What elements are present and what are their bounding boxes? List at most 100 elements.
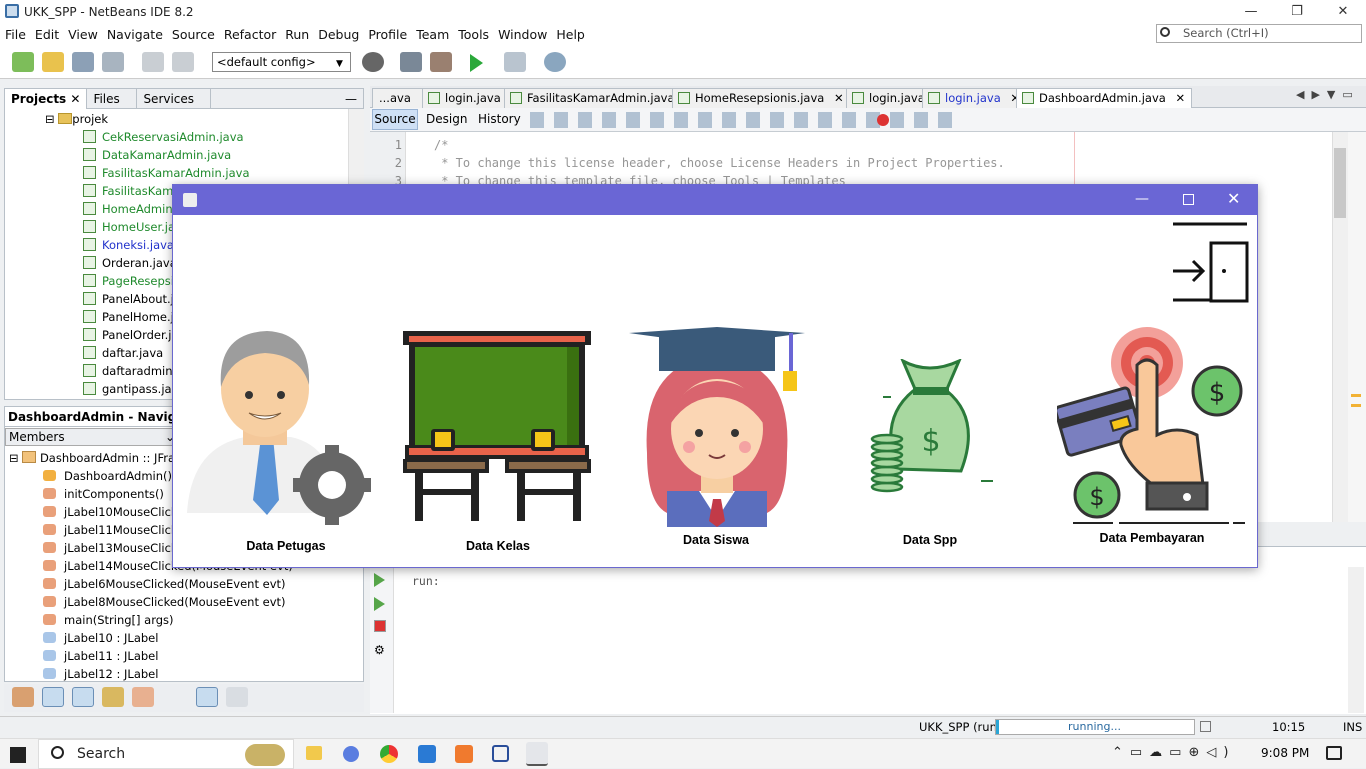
new-file-icon[interactable] — [12, 52, 34, 72]
label-data-kelas[interactable]: Data Kelas — [433, 539, 563, 553]
java-app-icon[interactable] — [526, 742, 548, 766]
menu-item-view[interactable]: View — [63, 27, 102, 42]
logout-icon[interactable] — [1169, 221, 1251, 303]
navigator-member[interactable]: initComponents() — [43, 485, 164, 503]
tree-file[interactable]: HomeAdmin.ja — [83, 200, 187, 218]
taskbar-clock[interactable]: 9:08 PM — [1261, 746, 1309, 760]
tree-file[interactable]: daftar.java — [83, 344, 163, 362]
output-scrollbar[interactable] — [1348, 567, 1364, 713]
search-input[interactable]: Search (Ctrl+I) — [1156, 24, 1362, 43]
navigator-member[interactable]: jLabel8MouseClicked(MouseEvent evt) — [43, 593, 286, 611]
tab-files[interactable]: Files — [87, 88, 138, 109]
label-data-petugas[interactable]: Data Petugas — [221, 539, 351, 553]
tree-file[interactable]: gantipass.java — [83, 380, 185, 398]
tree-file[interactable]: Koneksi.java — [83, 236, 174, 254]
vscode-icon[interactable] — [418, 745, 436, 763]
new-project-icon[interactable] — [42, 52, 64, 72]
mode-history[interactable]: History — [478, 111, 521, 128]
windows-start-icon[interactable] — [10, 747, 26, 763]
scroll-thumb[interactable] — [1334, 148, 1346, 218]
virtualbox-icon[interactable] — [492, 745, 509, 762]
warning-marker[interactable] — [1351, 394, 1361, 397]
kelas-illustration[interactable] — [401, 329, 593, 523]
record-macro-icon[interactable] — [877, 114, 889, 126]
profile-icon[interactable] — [544, 52, 566, 72]
petugas-illustration[interactable] — [187, 325, 373, 529]
filter-icon[interactable] — [12, 687, 34, 707]
minimize-icon[interactable]: — — [1228, 0, 1274, 23]
menu-item-debug[interactable]: Debug — [313, 27, 363, 42]
globe-icon[interactable] — [362, 52, 384, 72]
close-tab-icon[interactable]: ✕ — [830, 91, 844, 105]
file-explorer-icon[interactable] — [306, 746, 322, 760]
menu-item-profile[interactable]: Profile — [363, 27, 411, 42]
navigator-root[interactable]: ⊟ DashboardAdmin :: JFram — [9, 449, 186, 467]
tree-file[interactable]: PanelOrder.ja — [83, 326, 179, 344]
editor-tab[interactable]: login.java ✕ — [922, 88, 1028, 108]
taskbar-search-box[interactable]: Search — [38, 739, 294, 769]
navigator-member[interactable]: jLabel12 : JLabel — [43, 665, 158, 683]
navigator-member[interactable]: DashboardAdmin() — [43, 467, 172, 485]
warning-marker[interactable] — [1351, 404, 1361, 407]
xampp-icon[interactable] — [455, 745, 473, 763]
sort-icon[interactable] — [196, 687, 218, 707]
chrome-icon[interactable] — [380, 745, 398, 763]
lock-icon[interactable] — [102, 687, 124, 707]
fields-icon[interactable] — [42, 687, 64, 707]
dialog-close-icon[interactable]: ✕ — [1227, 189, 1240, 208]
menu-item-file[interactable]: File — [0, 27, 30, 42]
spp-illustration[interactable]: $ — [869, 359, 997, 495]
run-icon[interactable] — [470, 54, 483, 72]
tree-file[interactable]: FasilitasKamarAdmin.java — [83, 164, 250, 182]
mode-source[interactable]: Source — [372, 109, 418, 130]
open-project-icon[interactable] — [72, 52, 94, 72]
tree-file[interactable]: daftaradmin.ja — [83, 362, 186, 380]
notification-icon[interactable] — [1326, 746, 1342, 760]
menu-item-run[interactable]: Run — [280, 27, 313, 42]
siswa-illustration[interactable] — [627, 323, 807, 527]
pembayaran-illustration[interactable]: $ $ — [1057, 325, 1247, 531]
navigator-member[interactable]: jLabel6MouseClicked(MouseEvent evt) — [43, 575, 286, 593]
build-icon[interactable] — [400, 52, 422, 72]
menu-item-navigate[interactable]: Navigate — [102, 27, 167, 42]
undo-icon[interactable] — [142, 52, 164, 72]
redo-icon[interactable] — [172, 52, 194, 72]
navigator-member[interactable]: jLabel11 : JLabel — [43, 647, 158, 665]
label-data-spp[interactable]: Data Spp — [865, 533, 995, 547]
editor-tools-icons[interactable] — [530, 112, 960, 128]
tree-file[interactable]: PanelAbout.ja — [83, 290, 181, 308]
navigator-member[interactable]: jLabel10 : JLabel — [43, 629, 158, 647]
save-all-icon[interactable] — [102, 52, 124, 72]
tab-projects[interactable]: Projects ✕ — [5, 88, 88, 109]
tree-file[interactable]: DataKamarAdmin.java — [83, 146, 231, 164]
close-tab-icon[interactable]: ✕ — [1172, 91, 1185, 105]
settings-icon[interactable]: ⚙ — [374, 643, 385, 657]
cancel-task-icon[interactable] — [1200, 721, 1211, 732]
tree-file[interactable]: CekReservasiAdmin.java — [83, 128, 244, 146]
tree-file[interactable]: PageResepsio — [83, 272, 181, 290]
tree-file[interactable]: FasilitasKamar — [83, 182, 185, 200]
mode-design[interactable]: Design — [426, 111, 467, 128]
tab-services[interactable]: Services — [137, 88, 212, 109]
restore-icon[interactable]: ❐ — [1274, 0, 1320, 23]
inherited-icon[interactable] — [132, 687, 154, 707]
tab-scroll-controls[interactable]: ◀ ▶ ▼ ▭ — [1296, 88, 1353, 101]
rerun-icon[interactable] — [374, 573, 385, 587]
debug-icon[interactable] — [504, 52, 526, 72]
label-data-siswa[interactable]: Data Siswa — [651, 533, 781, 547]
tree-file[interactable]: Orderan.java — [83, 254, 177, 272]
editor-tab[interactable]: DashboardAdmin.java ✕ — [1016, 88, 1193, 108]
dialog-maximize-icon[interactable] — [1183, 194, 1194, 205]
editor-tab[interactable]: HomeResepsionis.java ✕ — [672, 88, 851, 108]
close-icon[interactable]: ✕ — [1320, 0, 1366, 23]
menu-item-refactor[interactable]: Refactor — [219, 27, 280, 42]
navigator-member[interactable]: main(String[] args) — [43, 611, 174, 629]
menu-item-team[interactable]: Team — [411, 27, 453, 42]
menu-item-help[interactable]: Help — [551, 27, 589, 42]
clean-build-icon[interactable] — [430, 52, 452, 72]
dialog-minimize-icon[interactable]: — — [1135, 191, 1149, 207]
tray-icons[interactable]: ⌃▭☁▭⊕◁) — [1112, 745, 1252, 763]
config-select[interactable]: <default config> — [212, 52, 351, 72]
sort-alpha-icon[interactable] — [226, 687, 248, 707]
menu-item-tools[interactable]: Tools — [453, 27, 493, 42]
